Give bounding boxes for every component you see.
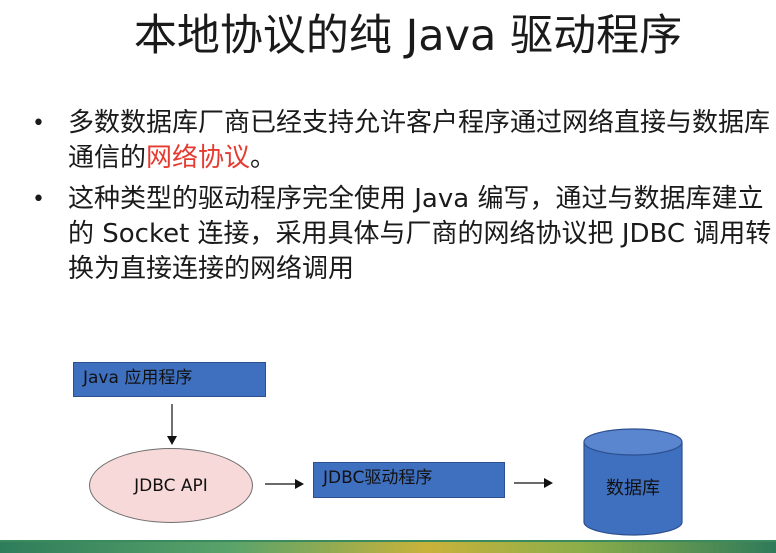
bullet-item-2: • 这种类型的驱动程序完全使用 Java 编写，通过与数据库建立的 Socket… — [32, 182, 772, 287]
slide: 本地协议的纯 Java 驱动程序 • 多数数据库厂商已经支持允许客户程序通过网络… — [0, 0, 776, 553]
arrow-down-icon — [167, 404, 177, 445]
java-app-label: Java 应用程序 — [83, 368, 193, 388]
slide-title: 本地协议的纯 Java 驱动程序 — [133, 11, 683, 61]
bullet-item-1: • 多数数据库厂商已经支持允许客户程序通过网络直接与数据库通信的网络协议。 — [32, 106, 772, 176]
bullet-list: • 多数数据库厂商已经支持允许客户程序通过网络直接与数据库通信的网络协议。 • … — [32, 106, 772, 293]
bottom-decorative-bar — [0, 542, 776, 553]
bullet-dot: • — [32, 187, 45, 212]
jdbc-api-label: JDBC API — [134, 475, 208, 496]
bullet-1-text-after: 。 — [250, 143, 277, 173]
bullet-1-highlight: 网络协议 — [146, 143, 251, 173]
arrow-right-icon — [265, 479, 304, 489]
bullet-dot: • — [32, 111, 45, 136]
jdbc-driver-label: JDBC驱动程序 — [323, 468, 433, 488]
jdbc-api-ellipse: JDBC API — [89, 448, 253, 523]
bullet-2-text: 这种类型的驱动程序完全使用 Java 编写，通过与数据库建立的 Socket 连… — [68, 184, 772, 284]
arrow-right-icon — [514, 478, 553, 488]
database-label: 数据库 — [606, 478, 660, 499]
jdbc-driver-box: JDBC驱动程序 — [313, 462, 505, 498]
java-app-box: Java 应用程序 — [73, 362, 266, 397]
